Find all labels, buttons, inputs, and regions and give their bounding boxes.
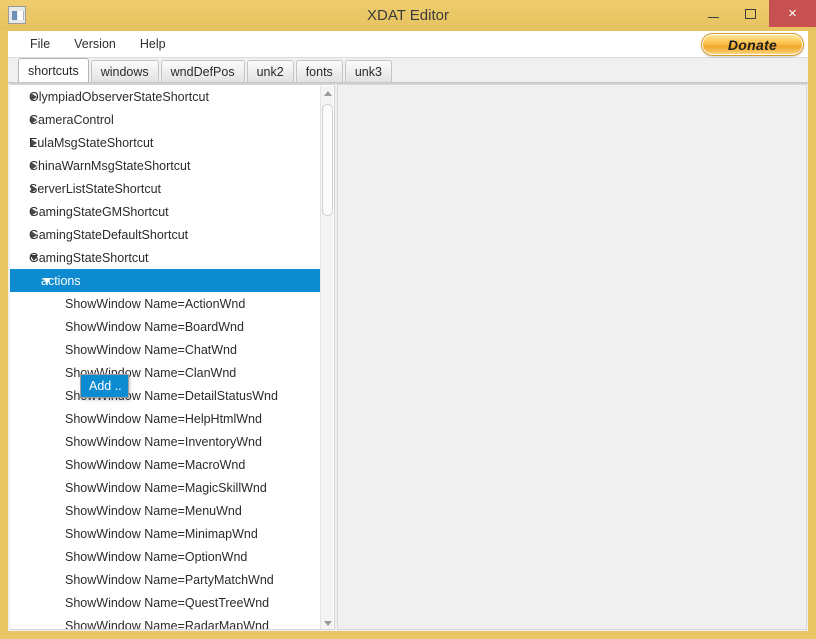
content-area: OlympiadObserverStateShortcut CameraContr… (8, 83, 808, 631)
maximize-button[interactable] (732, 0, 769, 27)
tree-row-label: CameraControl (29, 112, 114, 127)
chevron-right-icon[interactable] (31, 231, 37, 239)
tree-row[interactable]: GamingStateGMShortcut (10, 200, 321, 223)
shortcut-tree[interactable]: OlympiadObserverStateShortcut CameraContr… (10, 85, 321, 630)
detail-pane (337, 84, 807, 630)
chevron-right-icon[interactable] (31, 185, 37, 193)
tree-row-label: ChinaWarnMsgStateShortcut (29, 158, 191, 173)
menu-item-help[interactable]: Help (131, 34, 175, 54)
tree-row[interactable]: ShowWindow Name=ClanWnd (10, 361, 321, 384)
tab-strip: shortcuts windows wndDefPos unk2 fonts u… (8, 58, 808, 83)
maximize-icon (745, 8, 756, 19)
scroll-up-arrow-icon[interactable] (321, 86, 334, 100)
tree-row[interactable]: CameraControl (10, 108, 321, 131)
tree-row[interactable]: ShowWindow Name=RadarMapWnd (10, 614, 321, 630)
window-controls: × (695, 0, 816, 27)
tree-row[interactable]: ShowWindow Name=QuestTreeWnd (10, 591, 321, 614)
tree-row[interactable]: ShowWindow Name=MagicSkillWnd (10, 476, 321, 499)
tree-row-label: ShowWindow Name=OptionWnd (65, 549, 248, 564)
tab-windows[interactable]: windows (90, 60, 159, 82)
tree-row[interactable]: EulaMsgStateShortcut (10, 131, 321, 154)
tree-row-label: ShowWindow Name=HelpHtmlWnd (65, 411, 262, 426)
tab-unk2[interactable]: unk2 (246, 60, 294, 82)
tree-row[interactable]: ShowWindow Name=ChatWnd (10, 338, 321, 361)
menu-item-file[interactable]: File (21, 34, 59, 54)
tree-row[interactable]: ShowWindow Name=HelpHtmlWnd (10, 407, 321, 430)
tree-row-label: ShowWindow Name=QuestTreeWnd (65, 595, 270, 610)
tree-row[interactable]: ShowWindow Name=MinimapWnd (10, 522, 321, 545)
tree-row-label: ShowWindow Name=MinimapWnd (65, 526, 258, 541)
minimize-icon (708, 16, 719, 18)
tree-row[interactable]: ShowWindow Name=OptionWnd (10, 545, 321, 568)
tab-unk3[interactable]: unk3 (344, 60, 392, 82)
minimize-button[interactable] (695, 0, 732, 27)
tree-row-label: ShowWindow Name=BoardWnd (65, 319, 244, 334)
tree-row-label: EulaMsgStateShortcut (29, 135, 154, 150)
tree-row-label: GamingStateDefaultShortcut (29, 227, 189, 242)
tree-row-label: OlympiadObserverStateShortcut (29, 89, 209, 104)
tab-wnddefpos[interactable]: wndDefPos (160, 60, 245, 82)
tree-row[interactable]: ShowWindow Name=PartyMatchWnd (10, 568, 321, 591)
tab-fonts[interactable]: fonts (295, 60, 343, 82)
tree-row[interactable]: ShowWindow Name=MenuWnd (10, 499, 321, 522)
tree-row[interactable]: OlympiadObserverStateShortcut (10, 85, 321, 108)
tree-row[interactable]: ChinaWarnMsgStateShortcut (10, 154, 321, 177)
context-menu[interactable]: Add .. (80, 374, 129, 398)
scroll-down-arrow-icon[interactable] (321, 616, 334, 629)
tree-row-label: ShowWindow Name=MagicSkillWnd (65, 480, 267, 495)
tree-row[interactable]: actions (10, 269, 321, 292)
chevron-right-icon[interactable] (31, 208, 37, 216)
menu-item-version[interactable]: Version (65, 34, 125, 54)
tree-row-label: ShowWindow Name=ActionWnd (65, 296, 246, 311)
chevron-right-icon[interactable] (31, 93, 37, 101)
tree-row[interactable]: ServerListStateShortcut (10, 177, 321, 200)
chevron-right-icon[interactable] (31, 116, 37, 124)
tree-pane: OlympiadObserverStateShortcut CameraContr… (10, 84, 335, 630)
tree-row[interactable]: ShowWindow Name=MacroWnd (10, 453, 321, 476)
donate-button[interactable]: Donate (701, 33, 804, 56)
donate-button-label: Donate (727, 36, 778, 53)
tree-row[interactable]: ShowWindow Name=InventoryWnd (10, 430, 321, 453)
tree-row[interactable]: GamingStateShortcut (10, 246, 321, 269)
tree-row[interactable]: ShowWindow Name=ActionWnd (10, 292, 321, 315)
tree-row[interactable]: GamingStateDefaultShortcut (10, 223, 321, 246)
tree-row-label: ShowWindow Name=RadarMapWnd (65, 618, 269, 630)
close-button[interactable]: × (769, 0, 816, 27)
tree-row[interactable]: ShowWindow Name=BoardWnd (10, 315, 321, 338)
tree-row-label: ShowWindow Name=PartyMatchWnd (65, 572, 274, 587)
tree-row-label: ShowWindow Name=MenuWnd (65, 503, 242, 518)
tree-row-label: GamingStateShortcut (29, 250, 149, 265)
application-window: XDAT Editor × File Version Help Donate s… (0, 0, 816, 639)
title-bar: XDAT Editor × (0, 0, 816, 31)
chevron-down-icon[interactable] (30, 255, 38, 261)
tree-row-label: ServerListStateShortcut (29, 181, 162, 196)
window-title: XDAT Editor (367, 7, 449, 24)
tree-row[interactable]: ShowWindow Name=DetailStatusWnd (10, 384, 321, 407)
tree-row-label: ShowWindow Name=InventoryWnd (65, 434, 262, 449)
menu-bar: File Version Help Donate (8, 31, 808, 58)
scrollbar-thumb[interactable] (322, 104, 333, 216)
context-menu-item-add[interactable]: Add .. (81, 375, 128, 397)
chevron-right-icon[interactable] (31, 139, 37, 147)
tree-row-label: ShowWindow Name=MacroWnd (65, 457, 246, 472)
tree-row-label: GamingStateGMShortcut (29, 204, 169, 219)
tree-row-label: ShowWindow Name=ChatWnd (65, 342, 237, 357)
tree-vertical-scrollbar[interactable] (320, 86, 334, 629)
chevron-down-icon[interactable] (43, 278, 51, 284)
tab-shortcuts[interactable]: shortcuts (18, 58, 89, 82)
chevron-right-icon[interactable] (31, 162, 37, 170)
